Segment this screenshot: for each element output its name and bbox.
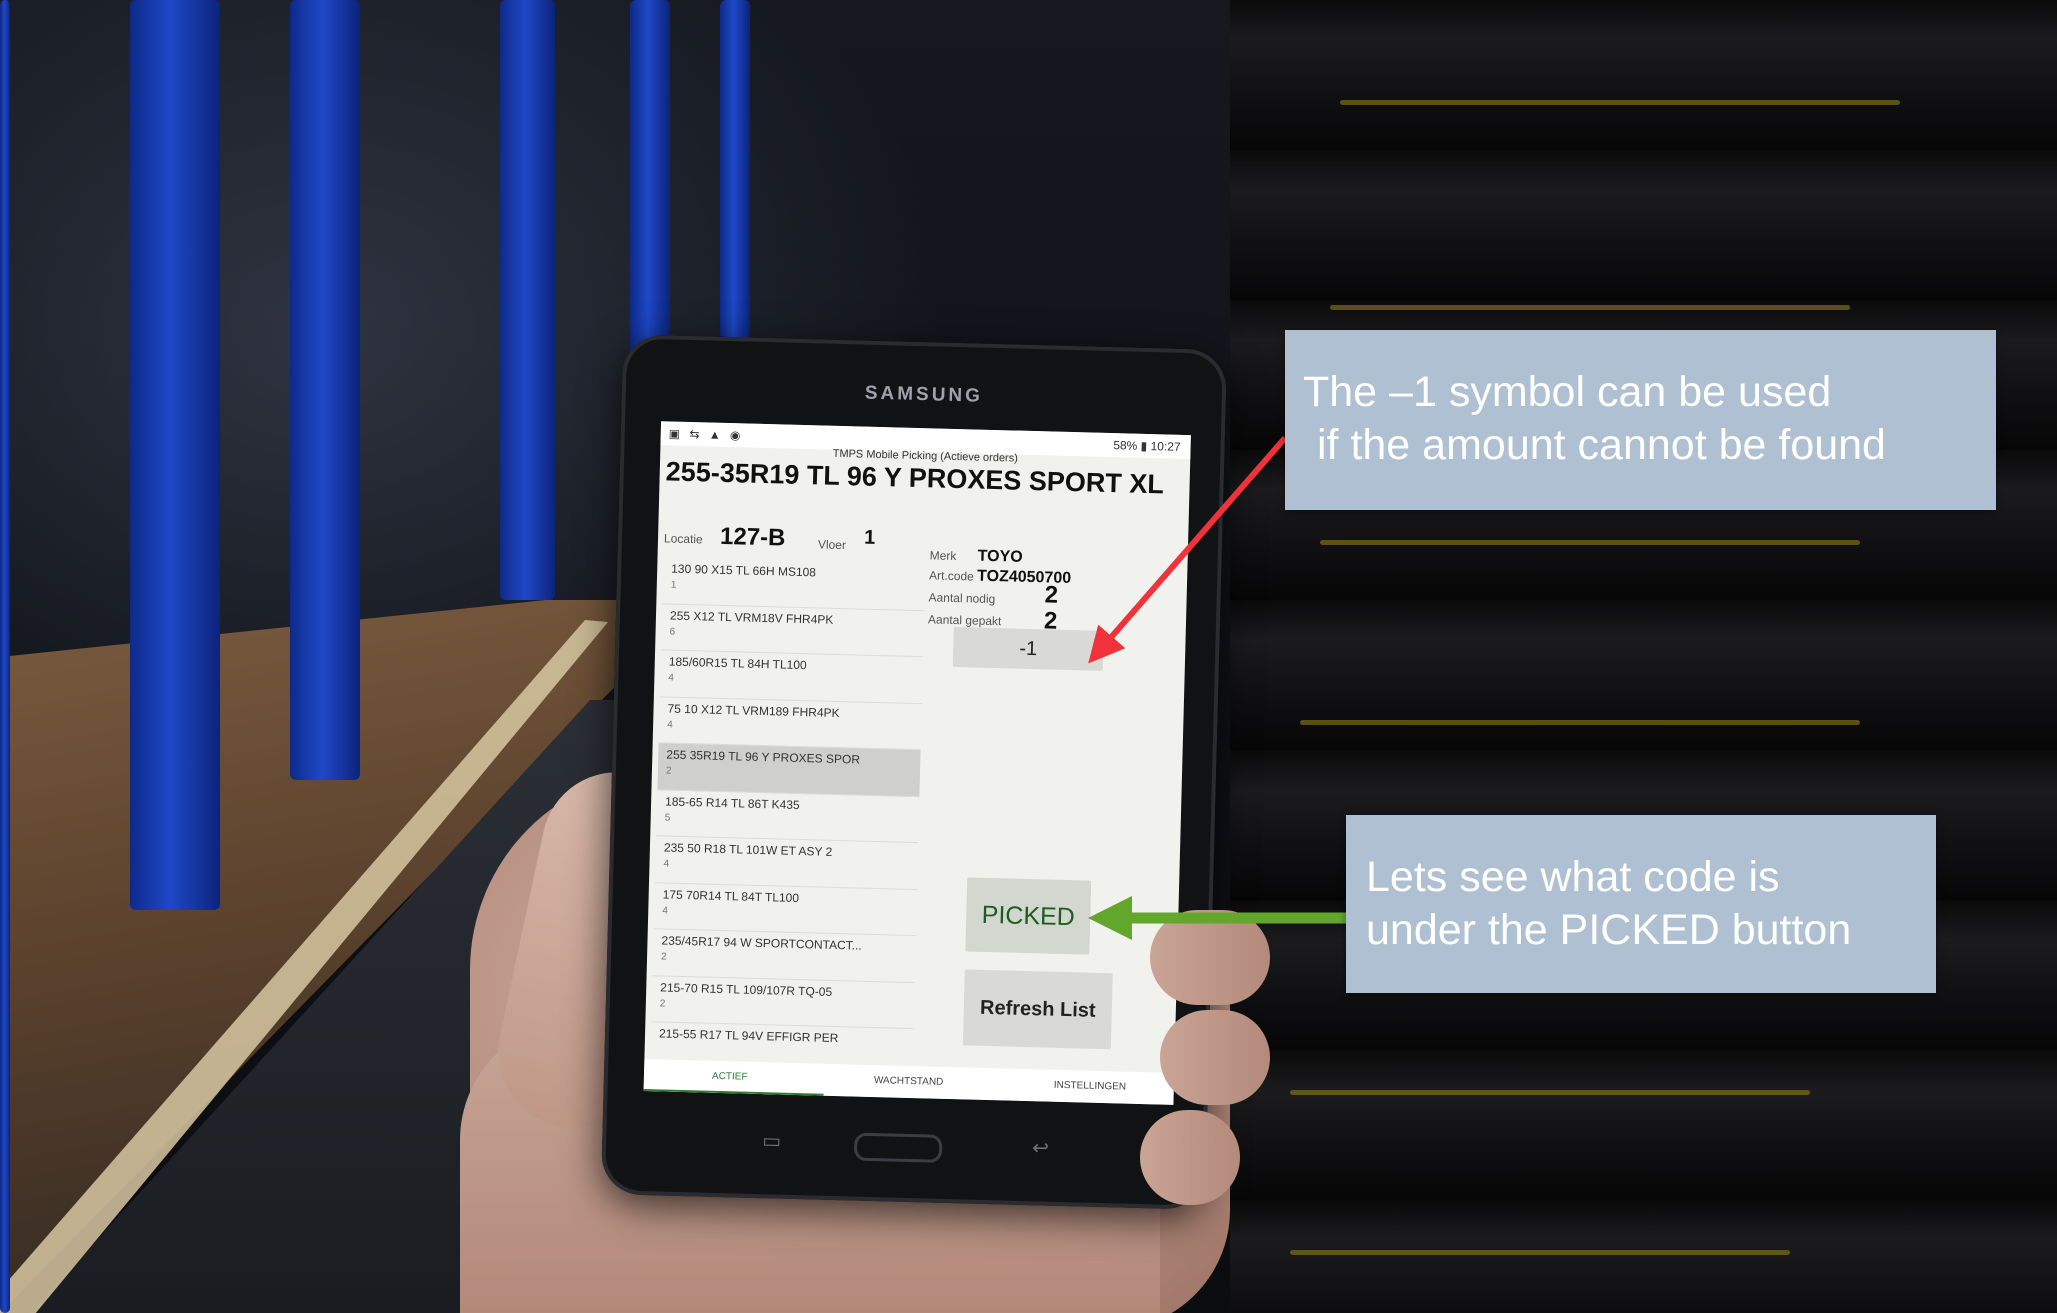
- callout-text: if the amount cannot be found: [1317, 421, 1886, 469]
- callout-text: Lets see what code is: [1366, 853, 1780, 901]
- annotation-arrows: [1088, 436, 1346, 940]
- red-arrow-icon: [1088, 436, 1288, 664]
- callout-text: The –1 symbol can be used: [1303, 368, 1832, 416]
- callout-text: under the PICKED button: [1366, 906, 1852, 954]
- callout-picked: Lets see what code is under the PICKED b…: [1346, 815, 1936, 993]
- callout-minus-one: The –1 symbol can be used if the amount …: [1285, 330, 1996, 510]
